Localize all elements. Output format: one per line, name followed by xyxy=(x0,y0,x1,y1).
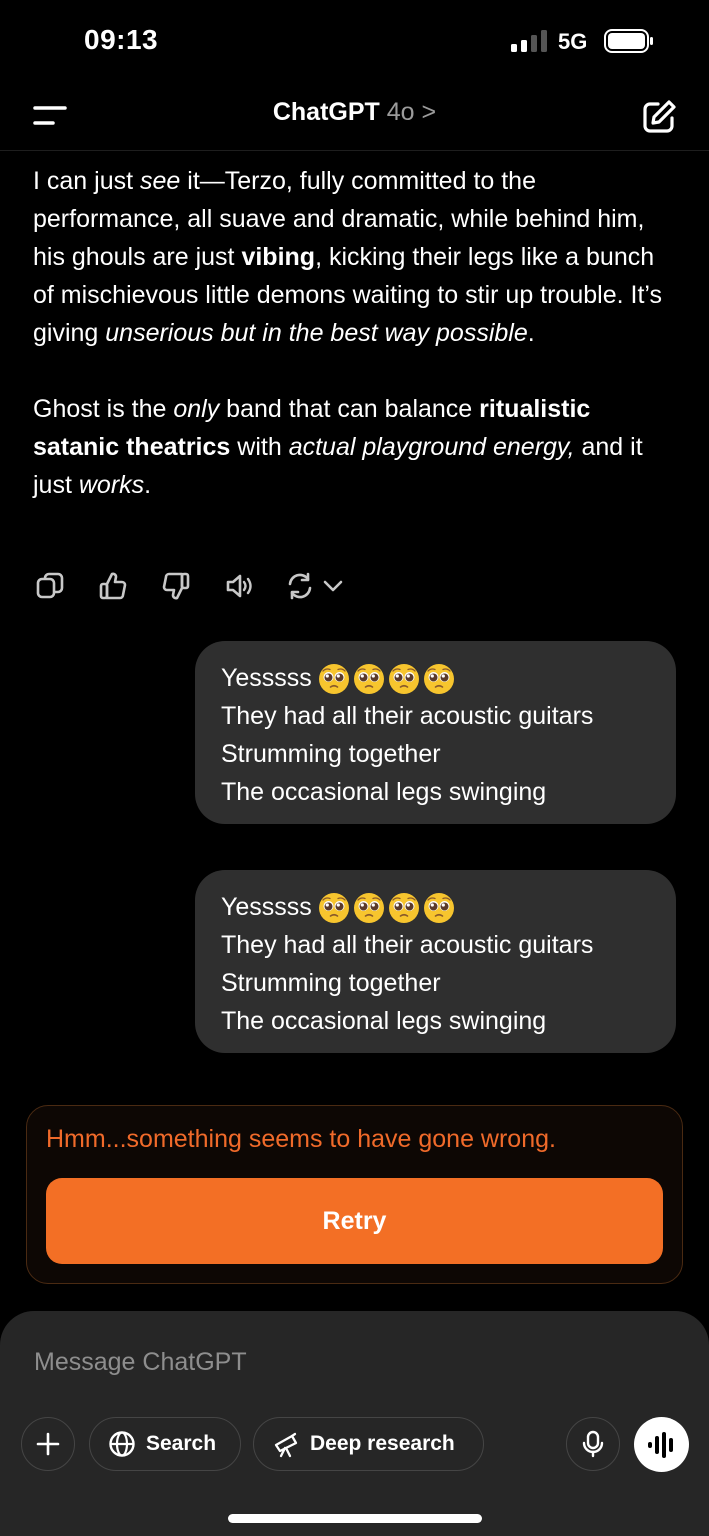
copy-button[interactable] xyxy=(33,569,67,603)
copy-icon xyxy=(36,572,64,599)
plus-icon xyxy=(36,1432,60,1456)
pleading-face-emoji xyxy=(353,664,384,695)
speaker-icon xyxy=(226,574,252,598)
text-run: . xyxy=(527,319,535,347)
header-divider xyxy=(0,150,709,151)
network-type: 5G xyxy=(558,29,588,54)
user-message-line: Yesssss xyxy=(221,664,312,692)
italic-text: see xyxy=(140,167,181,195)
user-message-bubble: Yesssss They had all their acoustic guit… xyxy=(195,870,676,1053)
assistant-paragraph-1: I can just see it—Terzo, fully committed… xyxy=(33,162,673,352)
deep-research-label: Deep research xyxy=(310,1432,455,1455)
telescope-icon xyxy=(274,1432,298,1458)
italic-text: unserious but in the best way possible xyxy=(105,319,528,347)
cellular-signal-icon xyxy=(511,30,547,52)
microphone-icon xyxy=(582,1430,604,1458)
retry-button[interactable]: Retry xyxy=(46,1178,663,1264)
thumbs-up-icon xyxy=(99,572,127,600)
deep-research-button[interactable]: Deep research xyxy=(253,1417,484,1471)
thumbs-down-icon xyxy=(162,572,190,600)
assistant-message: I can just see it—Terzo, fully committed… xyxy=(33,162,673,504)
status-time: 09:13 xyxy=(84,24,159,55)
pleading-face-emoji xyxy=(388,893,419,924)
user-message-line: The occasional legs swinging xyxy=(221,1007,547,1035)
text-run: with xyxy=(230,433,289,461)
text-run: I can just xyxy=(33,167,140,195)
pleading-face-emoji-group xyxy=(318,663,458,695)
chevron-down-icon xyxy=(323,580,343,592)
thumbs-up-button[interactable] xyxy=(96,569,130,603)
pleading-face-emoji xyxy=(423,664,454,695)
chevron-right-icon: > xyxy=(421,98,437,126)
pleading-face-emoji xyxy=(388,664,419,695)
home-indicator xyxy=(228,1514,482,1523)
voice-mode-button[interactable] xyxy=(634,1417,689,1472)
search-label: Search xyxy=(146,1432,217,1455)
regenerate-button[interactable] xyxy=(285,571,345,601)
text-run: band that can balance xyxy=(219,395,480,423)
pleading-face-emoji xyxy=(318,664,349,695)
globe-icon xyxy=(109,1431,135,1457)
user-message-line: Yesssss xyxy=(221,893,312,921)
model-name: 4o xyxy=(386,98,415,126)
italic-text: works xyxy=(78,471,145,499)
user-message-line: They had all their acoustic guitars xyxy=(221,931,594,959)
user-message-line: They had all their acoustic guitars xyxy=(221,702,594,730)
regenerate-icon xyxy=(288,572,312,600)
italic-text: only xyxy=(173,395,220,423)
model-selector[interactable]: ChatGPT 4o > xyxy=(0,98,709,127)
new-chat-icon[interactable] xyxy=(640,98,678,136)
user-message-line: Strumming together xyxy=(221,740,441,768)
assistant-paragraph-2: Ghost is the only band that can balance … xyxy=(33,390,673,504)
message-input[interactable] xyxy=(34,1340,674,1384)
message-actions xyxy=(33,566,345,606)
italic-text: actual playground energy, xyxy=(288,433,575,461)
app-title: ChatGPT xyxy=(272,98,380,126)
user-message-bubble: Yesssss They had all their acoustic guit… xyxy=(195,641,676,824)
battery-icon xyxy=(604,29,653,53)
dictate-button[interactable] xyxy=(566,1417,620,1471)
user-message-line: Strumming together xyxy=(221,969,441,997)
pleading-face-emoji-group xyxy=(318,892,458,924)
voice-waveform-icon xyxy=(647,1431,673,1458)
thumbs-down-button[interactable] xyxy=(159,569,193,603)
text-run: Ghost is the xyxy=(33,395,174,423)
error-message: Hmm...something seems to have gone wrong… xyxy=(46,1125,556,1153)
pleading-face-emoji xyxy=(318,893,349,924)
add-attachment-button[interactable] xyxy=(21,1417,75,1471)
search-button[interactable]: Search xyxy=(89,1417,241,1471)
text-run: . xyxy=(144,471,152,499)
bold-text: vibing xyxy=(241,243,316,271)
user-message-line: The occasional legs swinging xyxy=(221,778,547,806)
pleading-face-emoji xyxy=(353,893,384,924)
pleading-face-emoji xyxy=(423,893,454,924)
read-aloud-button[interactable] xyxy=(222,569,256,603)
